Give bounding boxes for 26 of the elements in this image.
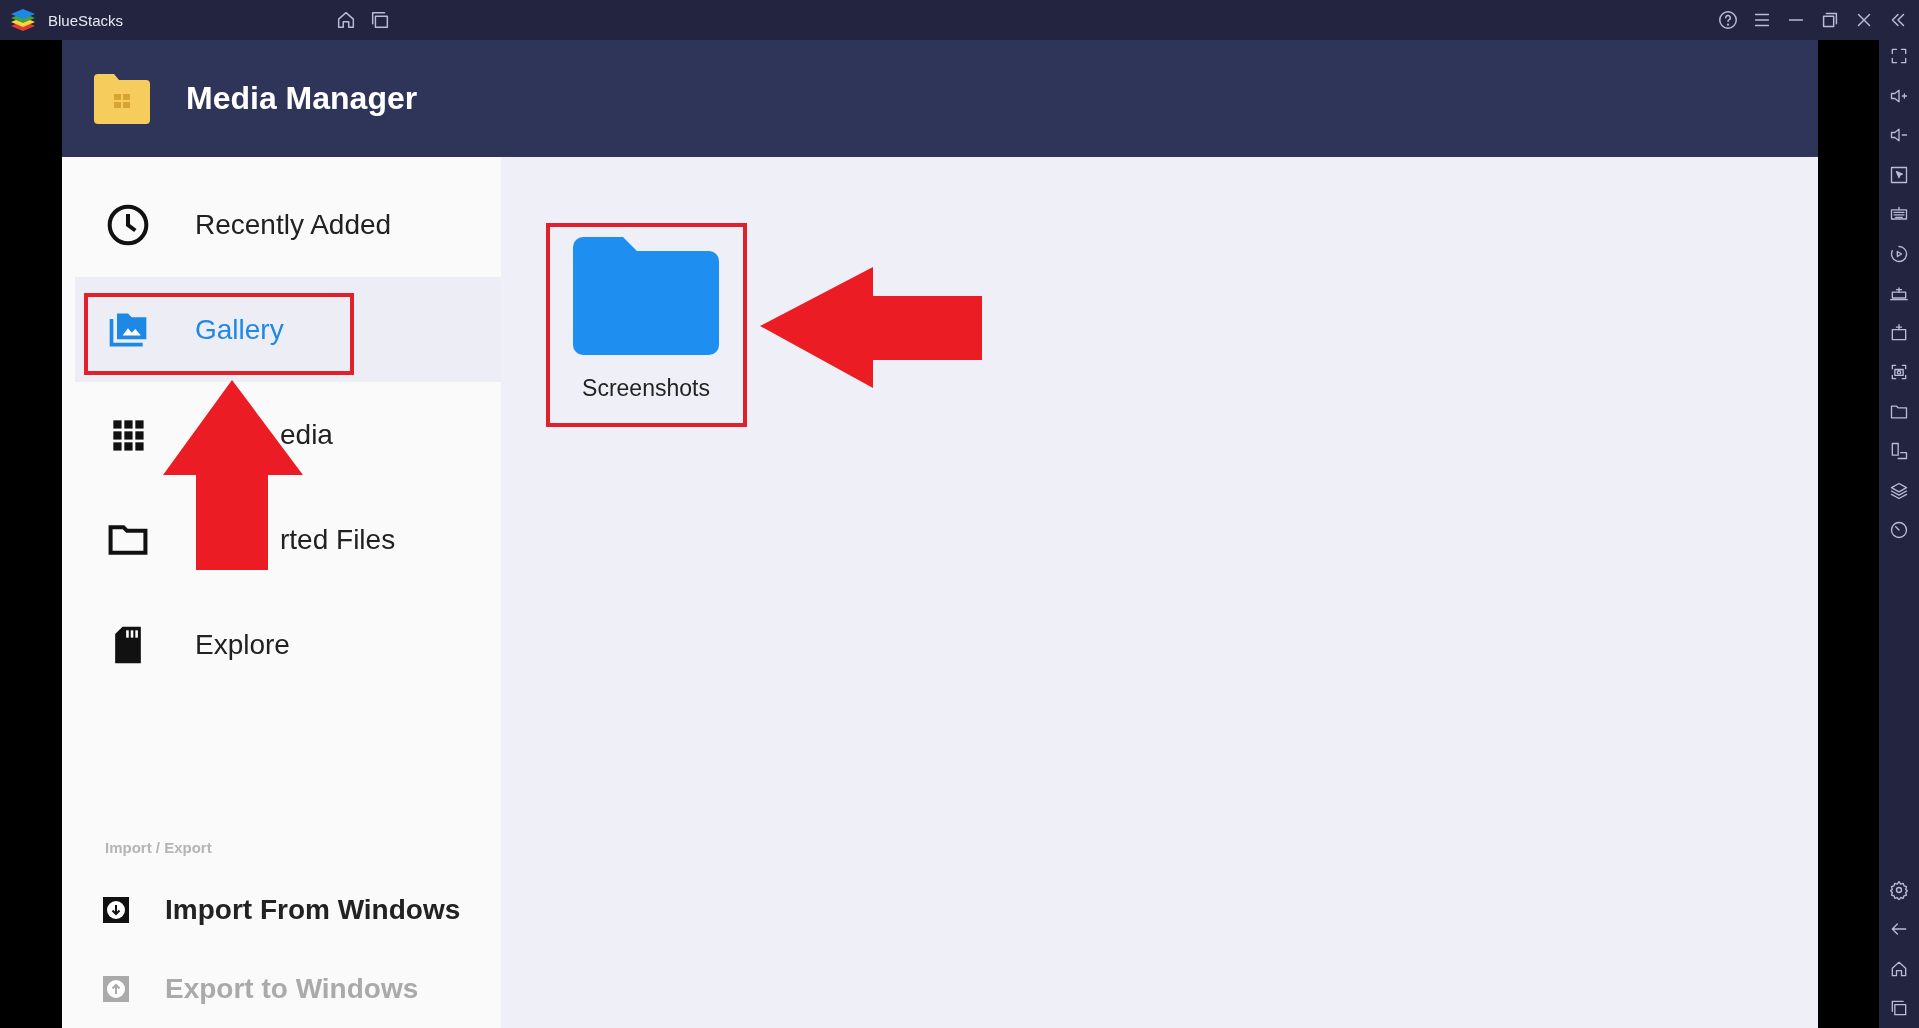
nav-item[interactable]: rted Files (75, 487, 501, 592)
gauge-icon[interactable] (1889, 520, 1909, 540)
clock-icon (106, 202, 150, 247)
folder-logo-icon (92, 71, 152, 126)
recent-apps-icon[interactable] (1889, 998, 1909, 1018)
rotate-icon[interactable] (1889, 441, 1909, 461)
camera-icon[interactable] (1889, 362, 1909, 382)
nav-item[interactable]: Explore (75, 592, 501, 697)
app-title: Media Manager (186, 80, 418, 117)
settings-icon[interactable] (1889, 879, 1909, 900)
nav-item[interactable]: edia (75, 382, 501, 487)
nav-item[interactable]: Recently Added (75, 172, 501, 277)
window-title: BlueStacks (48, 11, 124, 29)
fullscreen-icon[interactable] (1889, 46, 1909, 66)
play-circle-icon[interactable] (1889, 243, 1909, 264)
pointer-icon[interactable] (1889, 164, 1909, 185)
upload-icon (103, 975, 129, 1002)
folder-icon (573, 237, 719, 355)
action-item[interactable]: Import From Windows (62, 870, 501, 949)
folder-tile[interactable]: Screenshots (546, 219, 746, 402)
layers-icon[interactable] (1889, 480, 1909, 501)
help-icon[interactable] (1717, 9, 1739, 31)
package-plus-icon[interactable] (1889, 322, 1909, 343)
download-icon (103, 896, 129, 923)
section-label: Import / Export (104, 839, 213, 856)
layers-logo-icon (10, 9, 36, 31)
